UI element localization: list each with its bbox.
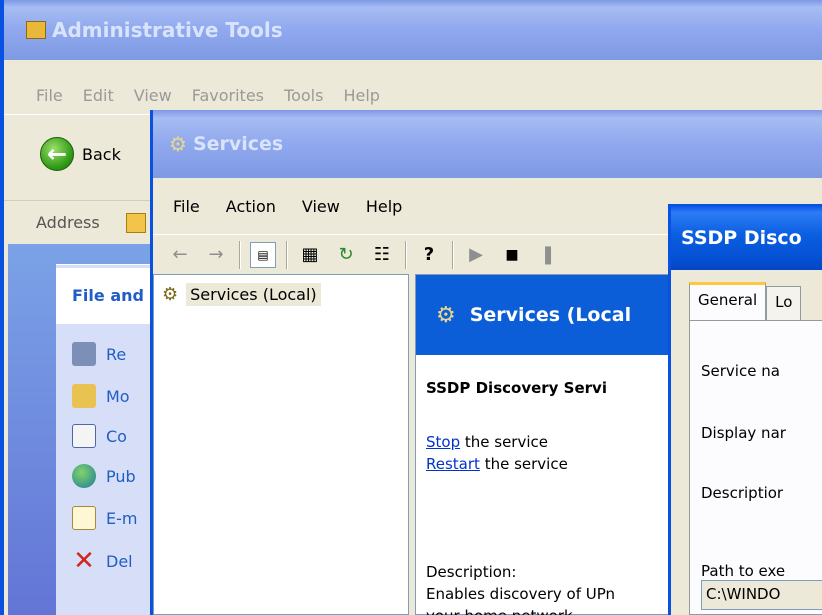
stop-suffix: the service	[460, 433, 548, 451]
properties-icon[interactable]: ▦	[297, 242, 323, 268]
task-label: Pub	[106, 466, 136, 486]
description-label: Descriptior	[701, 484, 784, 502]
services-menu-file[interactable]: File	[173, 197, 200, 216]
service-name-label: Service na	[701, 362, 780, 380]
admin-menu-help[interactable]: Help	[343, 86, 379, 105]
tab-log-on[interactable]: Lo	[766, 286, 802, 320]
services-menu-help[interactable]: Help	[366, 197, 402, 216]
task-rename[interactable]: Re	[72, 342, 126, 366]
start-service-icon[interactable]: ▶	[463, 242, 489, 268]
export-list-icon[interactable]: ☷	[369, 242, 395, 268]
delete-x-icon: ✕	[73, 546, 95, 576]
services-gears-icon: ⚙	[162, 284, 179, 305]
details-header-title: Services (Local	[469, 304, 632, 326]
task-copy[interactable]: Co	[72, 424, 127, 448]
description-text-line1: Enables discovery of UPn	[426, 585, 616, 603]
task-label: E-m	[106, 508, 138, 528]
stop-link[interactable]: Stop	[426, 433, 460, 451]
envelope-icon	[72, 506, 96, 530]
move-icon	[72, 384, 96, 408]
back-button-label: Back	[82, 144, 121, 164]
display-name-label: Display nar	[701, 424, 786, 442]
restart-service-line: Restart the service	[426, 455, 568, 473]
address-label: Address	[36, 213, 100, 232]
stop-service-icon[interactable]: ■	[499, 242, 525, 268]
console-tree: ⚙ Services (Local)	[153, 274, 409, 615]
admin-menu-edit[interactable]: Edit	[83, 86, 114, 105]
task-email[interactable]: E-m	[72, 506, 137, 530]
admin-window-title: Administrative Tools	[52, 18, 283, 42]
forward-arrow-icon[interactable]: →	[203, 242, 229, 268]
tab-general[interactable]: General	[689, 282, 767, 320]
path-to-executable-field[interactable]: C:\WINDO	[701, 580, 822, 610]
toolbar-separator	[405, 240, 406, 269]
tree-node-services-local[interactable]: ⚙ Services (Local)	[162, 283, 321, 306]
services-gears-icon: ⚙	[169, 132, 187, 156]
services-menu-view[interactable]: View	[302, 197, 340, 216]
task-label: Co	[106, 426, 127, 446]
tree-node-label: Services (Local)	[186, 283, 321, 306]
path-to-executable-label: Path to exe	[701, 562, 786, 580]
globe-icon	[72, 464, 96, 488]
admin-title-bar[interactable]: Administrative Tools	[4, 0, 822, 60]
services-gears-icon: ⚙	[436, 302, 456, 328]
back-button[interactable]: ← Back	[40, 137, 121, 171]
toolbar-separator	[239, 240, 240, 269]
admin-menu-bar: File Edit View Favorites Tools Help	[4, 76, 822, 114]
task-label: Del	[106, 551, 133, 571]
ssdp-dialog-title: SSDP Disco	[681, 227, 802, 249]
address-folder-icon	[126, 213, 146, 233]
back-arrow-icon[interactable]: ←	[167, 242, 193, 268]
task-publish[interactable]: Pub	[72, 464, 136, 488]
admin-menu-tools[interactable]: Tools	[284, 86, 323, 105]
task-label: Mo	[106, 386, 130, 406]
description-text-line2: your home network.	[426, 607, 577, 615]
ssdp-properties-dialog: SSDP Disco General Lo Service na Display…	[668, 204, 822, 615]
task-move[interactable]: Mo	[72, 384, 130, 408]
description-label: Description:	[426, 563, 517, 581]
dialog-tab-strip: General Lo	[689, 282, 802, 320]
toolbar-separator	[452, 240, 453, 269]
selected-service-name: SSDP Discovery Servi	[426, 379, 607, 397]
services-menu-action[interactable]: Action	[226, 197, 276, 216]
show-hide-tree-icon[interactable]: ▤	[250, 241, 276, 268]
restart-link[interactable]: Restart	[426, 455, 480, 473]
admin-menu-file[interactable]: File	[36, 86, 63, 105]
pause-service-icon[interactable]: ❚	[535, 242, 561, 268]
stop-service-line: Stop the service	[426, 433, 548, 451]
ssdp-title-bar[interactable]: SSDP Disco	[671, 206, 822, 270]
task-delete[interactable]: ✕ Del	[72, 546, 133, 576]
refresh-icon[interactable]: ↻	[333, 242, 359, 268]
admin-menu-view[interactable]: View	[134, 86, 172, 105]
admin-menu-favorites[interactable]: Favorites	[192, 86, 264, 105]
rename-icon	[72, 342, 96, 366]
restart-suffix: the service	[479, 455, 568, 473]
services-title-bar[interactable]: ⚙ Services	[153, 110, 822, 178]
admin-window-icon	[26, 21, 46, 39]
task-label: Re	[106, 344, 127, 364]
copy-icon	[72, 424, 96, 448]
back-arrow-icon: ←	[40, 137, 74, 171]
toolbar-separator	[286, 240, 287, 269]
help-icon[interactable]: ?	[416, 242, 442, 268]
services-window-title: Services	[192, 133, 284, 155]
